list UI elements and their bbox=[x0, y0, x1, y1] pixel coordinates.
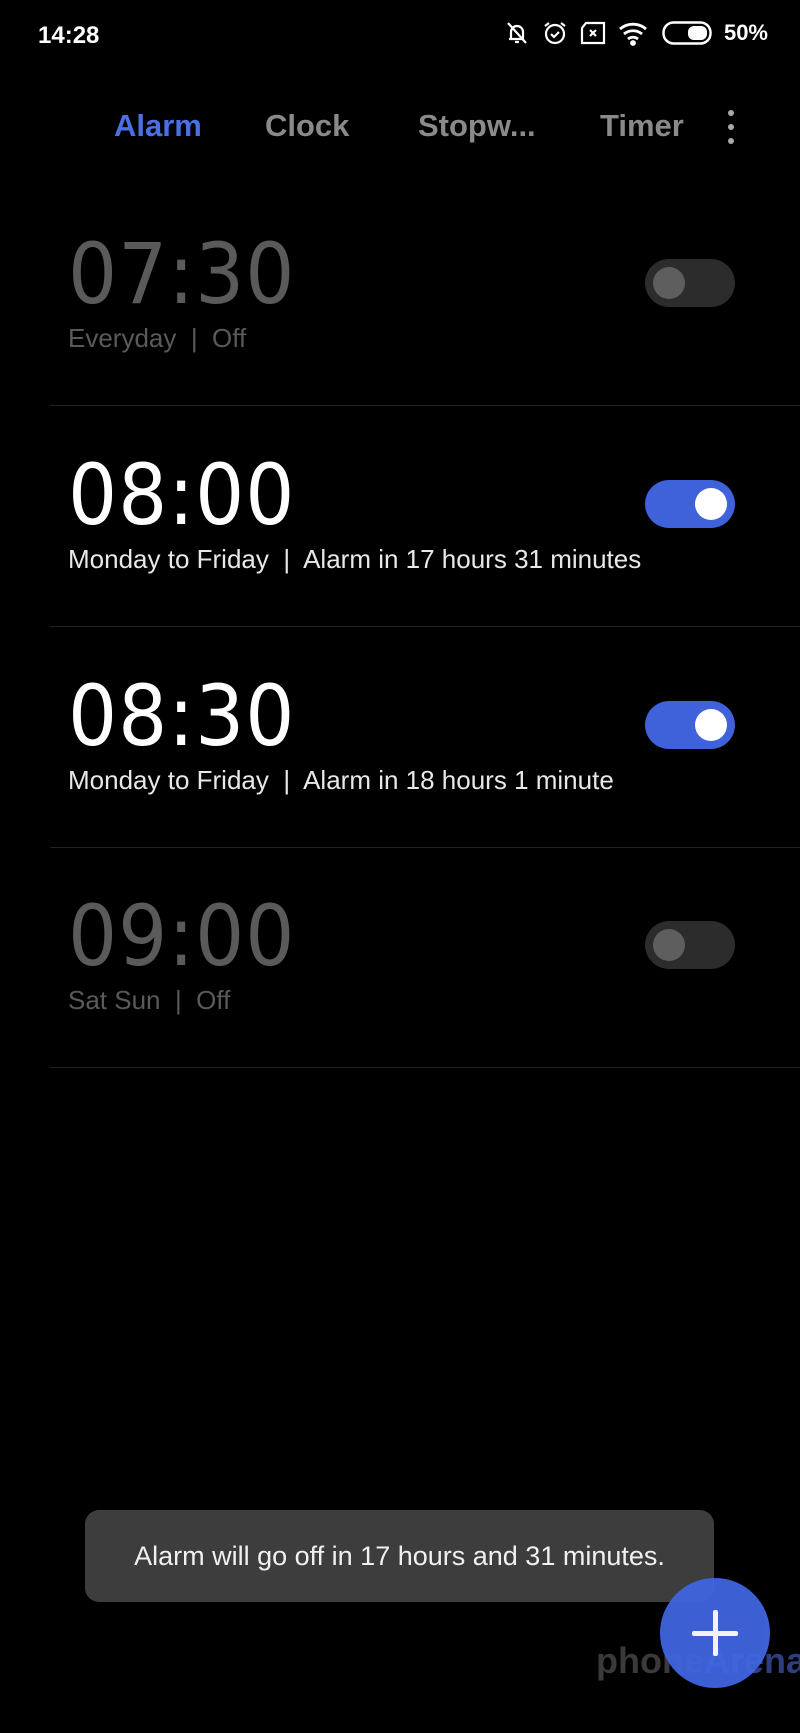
tab-bar: Alarm Clock Stopw... Timer bbox=[0, 108, 800, 154]
alarm-subtitle: Monday to Friday | Alarm in 17 hours 31 … bbox=[68, 544, 642, 574]
alarm-item[interactable]: 09:00 Sat Sun | Off bbox=[50, 847, 800, 1068]
alarm-icon bbox=[544, 22, 566, 45]
bell-muted-icon bbox=[507, 22, 527, 44]
alarm-toggle[interactable] bbox=[645, 480, 735, 528]
status-time: 14:28 bbox=[38, 22, 100, 49]
alarm-subtitle: Sat Sun | Off bbox=[68, 985, 231, 1015]
alarm-toggle[interactable] bbox=[645, 259, 735, 307]
alarm-time: 08:30 bbox=[68, 667, 296, 765]
sim-off-icon bbox=[580, 21, 606, 45]
toast-message: Alarm will go off in 17 hours and 31 min… bbox=[85, 1510, 714, 1602]
alarm-subtitle: Monday to Friday | Alarm in 18 hours 1 m… bbox=[68, 765, 614, 795]
alarm-item[interactable]: 08:00 Monday to Friday | Alarm in 17 hou… bbox=[50, 406, 800, 627]
alarm-toggle[interactable] bbox=[645, 701, 735, 749]
alarm-time: 08:00 bbox=[68, 446, 296, 544]
alarm-time: 07:30 bbox=[68, 225, 296, 323]
alarm-item[interactable]: 08:30 Monday to Friday | Alarm in 18 hou… bbox=[50, 627, 800, 848]
wifi-icon bbox=[619, 22, 647, 46]
tab-timer[interactable]: Timer bbox=[600, 108, 684, 144]
battery-icon bbox=[662, 21, 712, 45]
battery-percent: 50% bbox=[723, 20, 768, 45]
status-bar: 14:28 50% bbox=[0, 0, 800, 72]
more-options-icon[interactable] bbox=[725, 110, 737, 150]
tab-alarm[interactable]: Alarm bbox=[114, 108, 202, 144]
alarm-time: 09:00 bbox=[68, 887, 296, 985]
alarm-subtitle: Everyday | Off bbox=[68, 323, 247, 353]
alarm-toggle[interactable] bbox=[645, 921, 735, 969]
add-alarm-button[interactable] bbox=[660, 1578, 770, 1688]
tab-clock[interactable]: Clock bbox=[265, 108, 349, 144]
tab-stopwatch[interactable]: Stopw... bbox=[418, 108, 536, 144]
alarm-item[interactable]: 07:30 Everyday | Off bbox=[50, 185, 800, 406]
